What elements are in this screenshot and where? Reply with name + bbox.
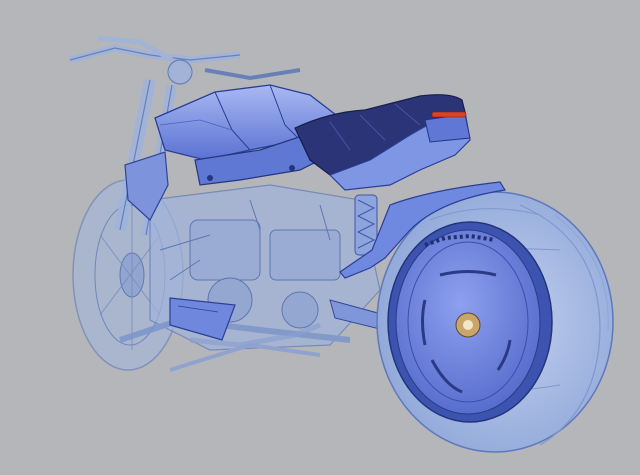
render-viewport	[0, 0, 640, 475]
motorcycle-render	[69, 35, 614, 453]
rear-wheel	[376, 191, 614, 453]
tail-light-icon	[431, 111, 467, 118]
